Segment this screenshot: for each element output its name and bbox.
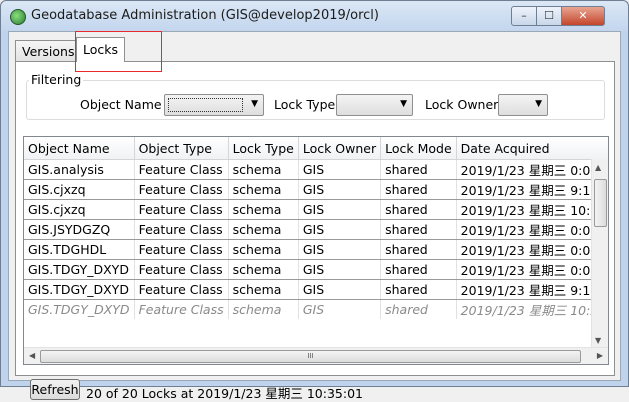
lock-type-value (340, 98, 392, 112)
object-name-label: Object Name (80, 97, 162, 112)
table-cell: GIS (298, 199, 382, 220)
table-cell: schema (228, 179, 299, 200)
table-row[interactable]: GIS.TDGY_DXYD Feature Class schema GIS share… (24, 279, 608, 300)
table-cell: Feature Class (134, 159, 229, 180)
scroll-up-icon[interactable]: ▲ (595, 163, 601, 172)
table-cell: shared (380, 239, 457, 260)
table-cell: shared (380, 179, 457, 200)
table-cell: shared (380, 259, 457, 280)
lock-owner-select[interactable]: ▼ (498, 94, 548, 116)
table-cell: 2019/1/23 星期三 9:17:08 (456, 279, 608, 300)
column-header[interactable]: Lock Owner (298, 137, 382, 160)
column-header[interactable]: Lock Type (228, 137, 299, 160)
horizontal-scrollbar[interactable]: ◀ III ▶ (24, 347, 608, 364)
scroll-right-icon[interactable]: ▶ (597, 351, 603, 360)
table-row[interactable]: GIS.TDGY_DXYD Feature Class schema GIS share… (24, 259, 608, 280)
table-cell: schema (228, 259, 299, 280)
table-cell: Feature Class (134, 259, 229, 280)
maximize-button[interactable]: ☐ (536, 6, 562, 26)
table-cell: 2019/1/23 星期三 0:01:23 (456, 219, 608, 240)
tab-versions[interactable]: Versions (15, 40, 82, 61)
table-cell: GIS (298, 179, 382, 200)
chevron-down-icon: ▼ (400, 99, 407, 109)
locks-panel: Filtering Object Name ▼ Lock Type ▼ Lock… (15, 61, 615, 401)
scroll-thumb[interactable]: III (40, 350, 581, 363)
table-row[interactable]: GIS.cjxzq Feature Class schema GIS shared 201… (24, 199, 608, 220)
locks-table: Object Name Object Type Lock Type Lock O… (23, 136, 609, 365)
table-cell: shared (380, 199, 457, 220)
lock-type-label: Lock Type (274, 97, 336, 112)
dialog-client: Versions Locks Filtering Object Name ▼ L… (8, 31, 621, 401)
table-row[interactable]: GIS.TDGY_DXYD Feature Class schema GIS share… (24, 299, 608, 319)
table-cell: GIS.TDGHDL (24, 239, 135, 260)
table-row[interactable]: GIS.TDGHDL Feature Class schema GIS shared 20… (24, 239, 608, 260)
lock-type-select[interactable]: ▼ (336, 94, 413, 116)
table-cell: shared (380, 219, 457, 240)
lock-owner-label: Lock Owner (425, 97, 499, 112)
globe-icon (10, 9, 26, 25)
table-cell: Feature Class (134, 219, 229, 240)
table-cell: GIS (298, 239, 382, 260)
table-cell: shared (380, 299, 457, 319)
table-cell: schema (228, 199, 299, 220)
table-cell: 2019/1/23 星期三 0:01:15 (456, 259, 608, 280)
close-button[interactable]: ✕ (561, 6, 605, 26)
filtering-label: Filtering (29, 72, 84, 87)
vertical-scrollbar[interactable]: ▲ ▼ (591, 159, 608, 348)
minimize-button[interactable]: – (511, 6, 537, 26)
table-cell: shared (380, 159, 457, 180)
table-cell: Feature Class (134, 279, 229, 300)
refresh-button[interactable]: Refresh (30, 379, 80, 400)
window-title: Geodatabase Administration (GIS@develop2… (31, 8, 379, 23)
table-cell: GIS.TDGY_DXYD (24, 259, 135, 280)
lock-owner-value (502, 98, 527, 112)
table-cell: Feature Class (134, 299, 229, 319)
table-cell: GIS (298, 279, 382, 300)
table-cell: 2019/1/23 星期三 10:23:24 (456, 299, 608, 319)
table-cell: schema (228, 159, 299, 180)
scroll-down-icon[interactable]: ▼ (595, 336, 601, 345)
status-text: 20 of 20 Locks at 2019/1/23 星期三 10:35:01 (86, 386, 363, 401)
table-cell: Feature Class (134, 239, 229, 260)
table-cell: Feature Class (134, 199, 229, 220)
table-row[interactable]: GIS.JSYDGZQ Feature Class schema GIS shared 2… (24, 219, 608, 240)
scroll-left-icon[interactable]: ◀ (29, 351, 35, 360)
object-name-select[interactable]: ▼ (164, 94, 264, 116)
chevron-down-icon: ▼ (251, 99, 258, 109)
column-header[interactable]: Date Acquired (456, 137, 608, 160)
column-header[interactable]: Object Name (24, 137, 135, 160)
table-cell: shared (380, 279, 457, 300)
table-header-row: Object Name Object Type Lock Type Lock O… (24, 137, 608, 160)
chevron-down-icon: ▼ (535, 99, 542, 109)
title-bar[interactable]: Geodatabase Administration (GIS@develop2… (1, 1, 628, 31)
column-header[interactable]: Object Type (134, 137, 229, 160)
table-cell: schema (228, 219, 299, 240)
scroll-thumb[interactable] (594, 179, 607, 227)
table-cell: Feature Class (134, 179, 229, 200)
table-cell: GIS (298, 259, 382, 280)
table-cell: GIS.JSYDGZQ (24, 219, 135, 240)
table-cell: 2019/1/23 星期三 0:01:23 (456, 239, 608, 260)
table-cell: 2019/1/23 星期三 9:17:10 (456, 179, 608, 200)
app-window: Geodatabase Administration (GIS@develop2… (0, 0, 629, 401)
table-cell: GIS (298, 159, 382, 180)
highlight-box (75, 31, 162, 72)
table-row[interactable]: GIS.analysis Feature Class schema GIS shared… (24, 159, 608, 180)
table-cell: 2019/1/23 星期三 0:01:23 (456, 159, 608, 180)
table-cell: schema (228, 279, 299, 300)
table-cell: GIS.TDGY_DXYD (24, 299, 135, 319)
table-row[interactable]: GIS.cjxzq Feature Class schema GIS shared 201… (24, 179, 608, 200)
table-cell: GIS.TDGY_DXYD (24, 279, 135, 300)
table-cell: GIS.cjxzq (24, 179, 135, 200)
object-name-value (168, 98, 243, 112)
table-cell: 2019/1/23 星期三 10:10:13 (456, 199, 608, 220)
table-cell: schema (228, 299, 299, 319)
table-cell: GIS.cjxzq (24, 199, 135, 220)
table-cell: GIS.analysis (24, 159, 135, 180)
table-cell: GIS (298, 219, 382, 240)
column-header[interactable]: Lock Mode (380, 137, 457, 160)
table-cell: GIS (298, 299, 382, 319)
table-cell: schema (228, 239, 299, 260)
